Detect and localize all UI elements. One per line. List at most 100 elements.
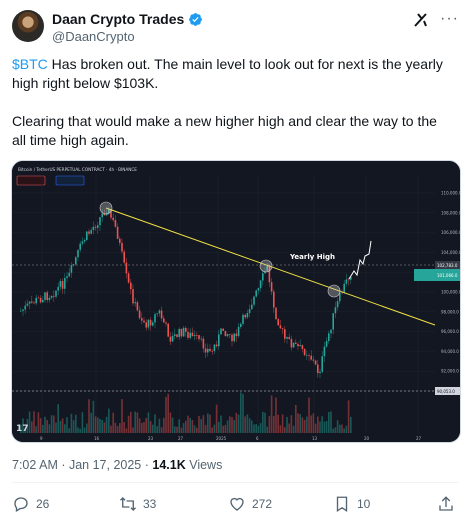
volume-bar — [165, 396, 167, 433]
bookmark-icon — [336, 496, 348, 513]
candle-body — [114, 220, 117, 227]
candle-body — [152, 322, 154, 326]
candle-body — [57, 286, 59, 291]
action-bar: 26 33 272 10 — [12, 495, 459, 519]
volume-bar — [336, 420, 339, 433]
candle-body — [321, 356, 323, 372]
avatar[interactable] — [12, 10, 44, 42]
volume-bar — [86, 423, 88, 433]
volume-bar — [332, 428, 334, 433]
volume-bar — [310, 415, 312, 433]
volume-bar — [39, 418, 42, 433]
bookmark-button[interactable]: 10 — [333, 495, 370, 513]
grok-icon[interactable] — [413, 12, 429, 28]
candle-body — [123, 251, 125, 263]
candle-body — [251, 304, 253, 310]
candle-body — [308, 355, 310, 356]
volume-bar — [119, 423, 121, 433]
candle-body — [196, 334, 198, 336]
price-tick-label: 98,000.0 — [441, 309, 459, 314]
volume-bar — [90, 412, 92, 433]
tweet-meta: 7:02 AM · Jan 17, 2025 · 14.1K Views — [12, 458, 223, 472]
candle-body — [97, 225, 99, 228]
candle-body — [248, 309, 251, 314]
share-button[interactable] — [437, 495, 455, 513]
volume-bar — [240, 392, 242, 433]
volume-bar — [37, 412, 40, 433]
volume-bar — [178, 419, 180, 433]
tweet-timestamp[interactable]: 7:02 AM · Jan 17, 2025 — [12, 458, 141, 472]
volume-bar — [97, 417, 99, 433]
author-display-name[interactable]: Daan Crypto Trades — [52, 11, 184, 27]
candle-body — [275, 307, 277, 320]
candle-body — [202, 338, 205, 349]
candle-body — [242, 314, 244, 324]
tweet-header: Daan Crypto Trades @DaanCrypto ··· — [12, 10, 459, 50]
volume-bar — [281, 414, 284, 433]
volume-bar — [79, 428, 81, 433]
candle-body — [149, 319, 152, 326]
trendline-touch-circle — [259, 259, 273, 273]
candle-body — [330, 329, 332, 334]
volume-bar — [42, 424, 44, 433]
volume-bar — [339, 424, 341, 433]
volume-bar — [198, 415, 200, 433]
volume-bar — [154, 414, 156, 433]
candle-body — [204, 348, 207, 353]
candle-body — [253, 296, 255, 305]
candle-body — [28, 301, 31, 304]
volume-bar — [134, 411, 136, 433]
cashtag-link[interactable]: $BTC — [12, 56, 48, 72]
like-button[interactable]: 272 — [228, 495, 272, 513]
volume-bar — [306, 416, 308, 433]
candle-body — [235, 333, 238, 337]
reply-button[interactable]: 26 — [12, 495, 49, 513]
candle-body — [220, 328, 222, 335]
candle-body — [35, 297, 37, 304]
candle-body — [39, 297, 42, 303]
volume-bar — [308, 397, 310, 433]
buy-button[interactable] — [55, 175, 85, 186]
volume-bar — [218, 421, 220, 433]
sell-button[interactable] — [16, 175, 46, 186]
candle-body — [26, 303, 29, 306]
volume-bar — [53, 415, 55, 433]
volume-bar — [200, 419, 202, 433]
candle-body — [20, 310, 22, 312]
candle-body — [279, 325, 282, 329]
candle-body — [299, 345, 301, 347]
volume-bar — [321, 416, 323, 433]
candle-body — [112, 217, 114, 221]
candle-body — [288, 337, 290, 339]
volume-bar — [242, 394, 244, 433]
more-options-icon[interactable]: ··· — [440, 10, 459, 28]
volume-bar — [141, 422, 143, 433]
candle-body — [213, 344, 216, 352]
candle-body — [64, 278, 66, 289]
volume-bar — [319, 421, 321, 433]
volume-bar — [295, 404, 297, 433]
candle-body — [156, 313, 158, 315]
volume-bar — [66, 417, 68, 433]
chart-image[interactable]: Bitcoin / TetherUS PERPETUAL CONTRACT · … — [11, 160, 461, 443]
candle-body — [160, 310, 163, 319]
candle-body — [101, 213, 103, 218]
volume-bar — [132, 427, 134, 433]
candle-body — [92, 226, 95, 231]
candle-body — [171, 335, 174, 342]
volume-bar — [215, 404, 218, 433]
candle-body — [163, 318, 165, 323]
candle-body — [209, 348, 211, 352]
author-handle[interactable]: @DaanCrypto — [52, 29, 135, 44]
tweet-line-1: Has broken out. The main level to look o… — [12, 56, 443, 91]
candle-body — [94, 226, 97, 228]
candle-body — [270, 282, 273, 292]
volume-bar — [266, 426, 268, 433]
candle-body — [224, 330, 227, 337]
trendline-touch-circle — [99, 201, 113, 215]
volume-bar — [299, 414, 301, 433]
candle-body — [317, 364, 319, 374]
volume-bar — [290, 415, 293, 433]
volume-bar — [103, 422, 106, 433]
repost-button[interactable]: 33 — [119, 495, 156, 513]
